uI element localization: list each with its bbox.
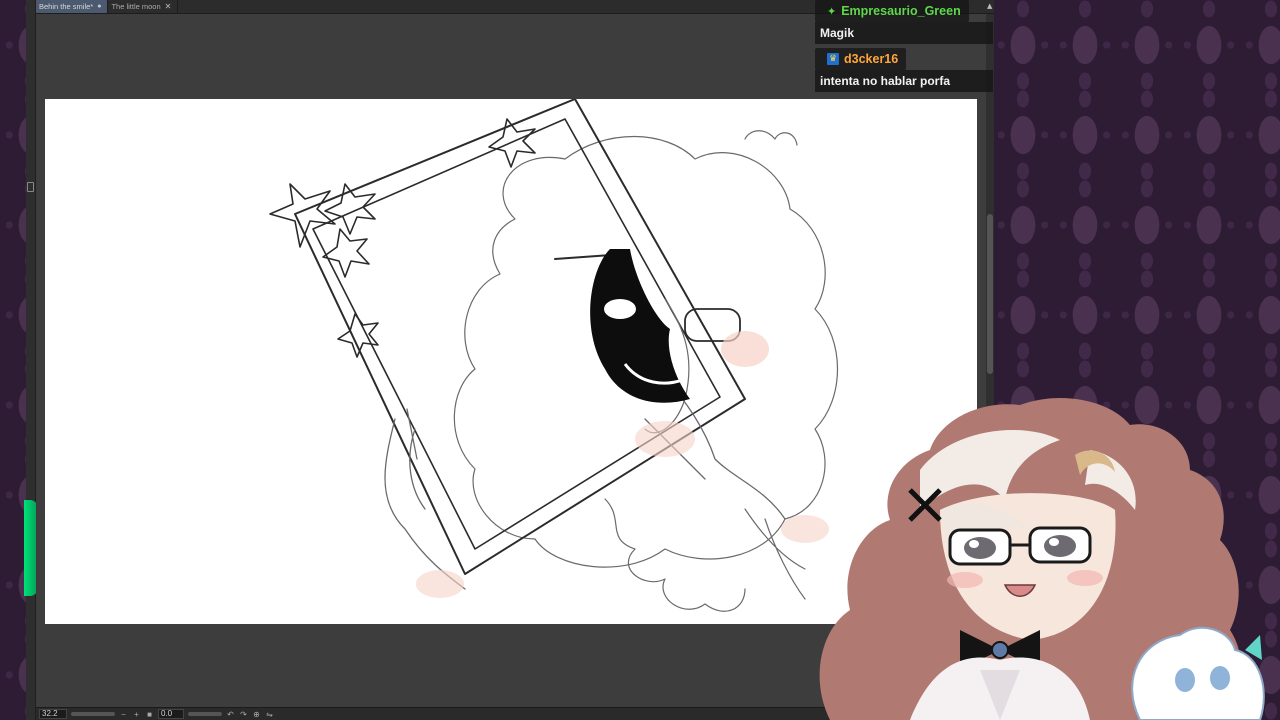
chat-message: ♛ d3cker16 intenta no hablar porfa — [815, 48, 995, 92]
chat-text: Magik — [815, 22, 993, 44]
scrollbar-thumb[interactable] — [987, 214, 993, 374]
stream-chat-overlay: ✦ Empresaurio_Green Magik ♛ d3cker16 int… — [815, 0, 995, 96]
unsaved-dot-icon: ● — [97, 3, 102, 10]
zoom-in-icon[interactable]: + — [132, 710, 141, 719]
flip-icon[interactable]: ⇋ — [265, 710, 274, 719]
panel-handle-icon[interactable] — [27, 182, 34, 192]
tab-label: Behin the smile* — [39, 2, 94, 11]
chat-message: ✦ Empresaurio_Green Magik — [815, 0, 995, 44]
green-sparkle-icon: ✦ — [827, 4, 837, 18]
chat-username: d3cker16 — [844, 52, 899, 66]
left-panel-strip — [26, 0, 36, 720]
vtuber-avatar — [790, 380, 1280, 720]
chat-username-row: ✦ Empresaurio_Green — [815, 0, 969, 22]
rotate-left-icon[interactable]: ↶ — [226, 710, 235, 719]
chat-username: Empresaurio_Green — [841, 4, 961, 18]
rotate-right-icon[interactable]: ↷ — [239, 710, 248, 719]
zoom-slider[interactable] — [71, 712, 115, 716]
prime-badge-icon: ♛ — [827, 53, 839, 65]
chat-username-row: ♛ d3cker16 — [815, 48, 907, 70]
reset-rotation-icon[interactable]: ⊕ — [252, 710, 261, 719]
tab-the-little-moon[interactable]: The little moon ✕ — [108, 0, 179, 13]
chat-text: intenta no hablar porfa — [815, 70, 993, 92]
fit-screen-icon[interactable]: ■ — [145, 710, 154, 719]
close-tab-icon[interactable]: ✕ — [165, 2, 172, 11]
tab-label: The little moon — [111, 2, 161, 11]
tab-behin-the-smile[interactable]: Behin the smile* ● — [36, 0, 109, 13]
zoom-out-icon[interactable]: − — [119, 710, 128, 719]
rotation-angle-field[interactable]: 0.0 — [158, 709, 184, 719]
zoom-field[interactable]: 32.2 — [39, 709, 67, 719]
rotation-slider[interactable] — [188, 712, 222, 716]
